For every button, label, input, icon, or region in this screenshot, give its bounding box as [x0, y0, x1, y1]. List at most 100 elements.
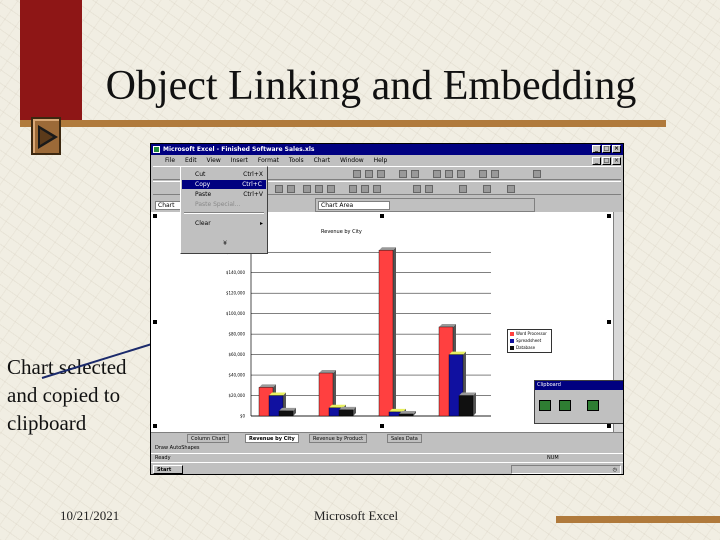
legend-item: Database: [510, 344, 551, 351]
menu-window[interactable]: Window: [340, 157, 364, 164]
toolbar-button[interactable]: [425, 185, 433, 193]
tab-revenue-by-product[interactable]: Revenue by Product: [309, 434, 368, 443]
play-action-button[interactable]: [31, 117, 61, 155]
selection-handle: [153, 320, 157, 324]
excel-app-icon: [153, 146, 160, 153]
y-tick-label: $60,000: [228, 352, 245, 357]
bar-side: [393, 247, 396, 416]
excel-screenshot: Microsoft Excel - Finished Software Sale…: [150, 143, 624, 475]
bar-side: [473, 392, 476, 416]
chart-legend[interactable]: Word Processor Spreadsheet Database: [507, 329, 552, 353]
status-text: Ready: [155, 455, 171, 461]
y-tick-label: $80,000: [228, 332, 245, 337]
bar-top: [279, 407, 296, 411]
selection-handle: [153, 424, 157, 428]
menu-item-paste[interactable]: Paste Ctrl+V: [195, 190, 267, 199]
bar: [378, 249, 394, 417]
borders-button[interactable]: [459, 185, 467, 193]
excel-title-bar: Microsoft Excel - Finished Software Sale…: [151, 144, 623, 155]
clipboard-toolbar-title: Clipboard: [535, 381, 623, 390]
toolbar-button[interactable]: [413, 185, 421, 193]
clipboard-toolbar: Clipboard: [534, 380, 623, 424]
tab-revenue-by-city[interactable]: Revenue by City: [245, 434, 299, 443]
minimize-button[interactable]: _: [592, 145, 601, 153]
windows-taskbar: Start ◷: [151, 462, 623, 474]
currency-button[interactable]: [349, 185, 357, 193]
bar-top: [339, 406, 356, 410]
bar: [458, 395, 474, 417]
bar-top: [269, 392, 286, 396]
toolbar-button[interactable]: [411, 170, 419, 178]
toolbar-button[interactable]: [377, 170, 385, 178]
chart-object-select[interactable]: Chart Area: [318, 201, 390, 210]
toolbar-button[interactable]: [365, 170, 373, 178]
clipboard-item-icon[interactable]: [559, 400, 571, 411]
tab-column-chart[interactable]: Column Chart: [187, 434, 230, 443]
menu-format[interactable]: Format: [258, 157, 279, 164]
legend-item: Spreadsheet: [510, 337, 551, 344]
slide-title: Object Linking and Embedding: [105, 63, 637, 109]
menu-item-cut[interactable]: Cut Ctrl+X: [195, 170, 267, 179]
tab-sales-data[interactable]: Sales Data: [387, 434, 422, 443]
toolbar-button[interactable]: [445, 170, 453, 178]
percent-button[interactable]: [361, 185, 369, 193]
toolbar-button[interactable]: [491, 170, 499, 178]
doc-close-button[interactable]: ×: [612, 157, 621, 165]
menu-tools[interactable]: Tools: [289, 157, 304, 164]
y-tick-label: $140,000: [226, 270, 246, 275]
footer-date: 10/21/2021: [60, 508, 120, 523]
selection-handle: [380, 424, 384, 428]
menu-insert[interactable]: Insert: [231, 157, 248, 164]
menu-file[interactable]: File: [165, 157, 175, 164]
bar-top: [399, 410, 416, 414]
y-tick-label: $40,000: [228, 373, 245, 378]
toolbar-button[interactable]: [457, 170, 465, 178]
play-icon: [38, 125, 58, 149]
menu-chart[interactable]: Chart: [314, 157, 331, 164]
maximize-button[interactable]: □: [602, 145, 611, 153]
doc-restore-button[interactable]: □: [602, 157, 611, 165]
toolbar-button[interactable]: [399, 170, 407, 178]
drawing-toolbar[interactable]: Draw AutoShapes: [151, 443, 623, 453]
toolbar-button[interactable]: [479, 170, 487, 178]
align-right-button[interactable]: [327, 185, 335, 193]
toolbar-button[interactable]: [533, 170, 541, 178]
menu-help[interactable]: Help: [374, 157, 388, 164]
edit-menu-dropdown: Cut Ctrl+X Copy Ctrl+C Paste Ctrl+V Paste S…: [180, 166, 268, 254]
menu-item-clear[interactable]: Clear ▸: [195, 219, 267, 228]
menu-item-paste-special: Paste Special...: [195, 201, 241, 208]
align-center-button[interactable]: [315, 185, 323, 193]
start-button[interactable]: Start: [153, 465, 183, 474]
chart-toolbar: Chart Area: [315, 198, 535, 212]
paste-all-icon[interactable]: [587, 400, 599, 411]
bold-button[interactable]: [275, 185, 283, 193]
menu-edit[interactable]: Edit: [185, 157, 197, 164]
bar-top: [439, 323, 456, 327]
selection-handle: [607, 424, 611, 428]
bar: [398, 413, 414, 417]
selection-handle: [607, 214, 611, 218]
menu-separator: [184, 212, 264, 214]
selection-handle: [153, 214, 157, 218]
excel-window-title: Microsoft Excel - Finished Software Sale…: [163, 146, 315, 153]
doc-minimize-button[interactable]: _: [592, 157, 601, 165]
fill-color-button[interactable]: [483, 185, 491, 193]
align-left-button[interactable]: [303, 185, 311, 193]
menu-item-copy[interactable]: Copy Ctrl+C: [182, 180, 266, 189]
menu-view[interactable]: View: [207, 157, 221, 164]
comma-button[interactable]: [373, 185, 381, 193]
font-color-button[interactable]: [507, 185, 515, 193]
clipboard-item-icon[interactable]: [539, 400, 551, 411]
y-tick-label: $0: [240, 414, 246, 419]
toolbar-button[interactable]: [433, 170, 441, 178]
bar: [338, 409, 354, 417]
italic-button[interactable]: [287, 185, 295, 193]
y-tick-label: $120,000: [226, 291, 246, 296]
title-underline-rule: [20, 120, 666, 127]
selection-handle: [380, 214, 384, 218]
bar: [278, 410, 294, 417]
close-button[interactable]: ×: [612, 145, 621, 153]
slide-caption: Chart selected and copied to clipboard: [7, 355, 127, 435]
toolbar-button[interactable]: [353, 170, 361, 178]
menu-expand-chevron-icon[interactable]: ¥: [195, 239, 255, 248]
